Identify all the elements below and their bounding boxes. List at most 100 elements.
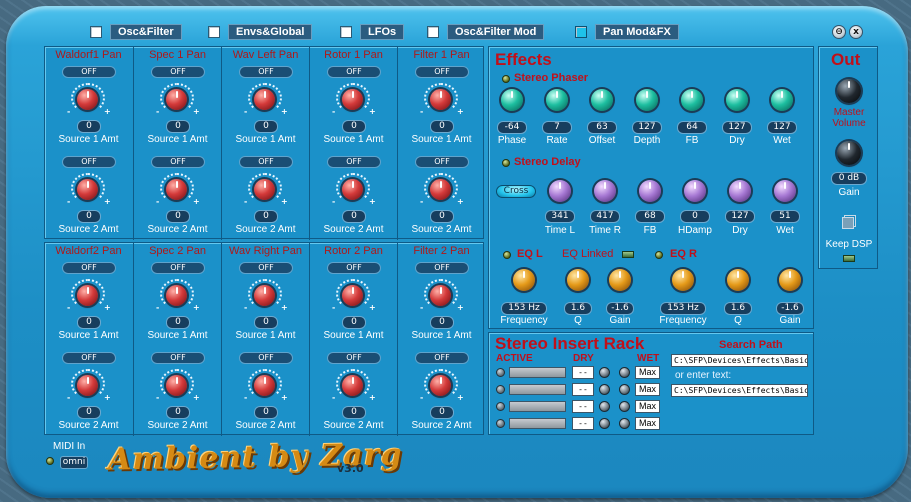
gain-knob[interactable]: [837, 141, 861, 165]
rack-wet-knob[interactable]: [619, 367, 630, 378]
tab-pan-mod-fx[interactable]: Pan Mod&FX: [575, 22, 679, 42]
rack-active-toggle[interactable]: [496, 385, 505, 394]
source-2-off-button[interactable]: OFF: [415, 156, 469, 168]
rack-wet-knob[interactable]: [619, 401, 630, 412]
source-1-amount-value[interactable]: 0: [77, 316, 101, 329]
tab-checkbox[interactable]: [427, 26, 439, 38]
phaser-value[interactable]: 127: [767, 121, 797, 134]
source-1-amount-value[interactable]: 0: [254, 316, 278, 329]
delay-knob[interactable]: [729, 180, 751, 202]
source-1-off-button[interactable]: OFF: [151, 262, 205, 274]
delay-value[interactable]: 51: [770, 210, 800, 223]
delay-value[interactable]: 341: [545, 210, 575, 223]
source-1-off-button[interactable]: OFF: [239, 66, 293, 78]
source-2-amount-value[interactable]: 0: [342, 210, 366, 223]
search-path-input[interactable]: C:\SFP\Devices\Effects\Basic\: [671, 384, 808, 397]
source-2-off-button[interactable]: OFF: [327, 156, 381, 168]
source-1-amount-knob[interactable]: [254, 89, 275, 110]
rack-dry-knob[interactable]: [599, 384, 610, 395]
source-2-off-button[interactable]: OFF: [62, 352, 116, 364]
source-1-off-button[interactable]: OFF: [327, 262, 381, 274]
tab-lfos[interactable]: LFOs: [340, 22, 405, 42]
search-path-select[interactable]: C:\SFP\Devices\Effects\Basic\: [671, 354, 808, 367]
tab-checkbox[interactable]: [90, 26, 102, 38]
source-1-amount-value[interactable]: 0: [342, 316, 366, 329]
source-2-amount-value[interactable]: 0: [430, 406, 454, 419]
source-2-off-button[interactable]: OFF: [327, 352, 381, 364]
source-2-off-button[interactable]: OFF: [415, 352, 469, 364]
source-2-amount-knob[interactable]: [342, 179, 363, 200]
source-1-off-button[interactable]: OFF: [327, 66, 381, 78]
tab-checkbox[interactable]: [208, 26, 220, 38]
rack-dry-knob[interactable]: [599, 367, 610, 378]
source-2-amount-knob[interactable]: [77, 179, 98, 200]
rack-slot-select[interactable]: [509, 367, 566, 378]
rack-wet-knob[interactable]: [619, 384, 630, 395]
midi-channel-select[interactable]: omni: [60, 456, 88, 469]
source-2-off-button[interactable]: OFF: [151, 352, 205, 364]
source-1-off-button[interactable]: OFF: [415, 262, 469, 274]
rack-dry-value[interactable]: --: [572, 400, 594, 413]
source-2-off-button[interactable]: OFF: [62, 156, 116, 168]
eq-right-knob[interactable]: [672, 269, 694, 291]
rack-dry-value[interactable]: --: [572, 366, 594, 379]
source-2-amount-knob[interactable]: [254, 375, 275, 396]
source-2-amount-value[interactable]: 0: [254, 210, 278, 223]
source-1-amount-knob[interactable]: [430, 89, 451, 110]
phaser-knob[interactable]: [771, 89, 793, 111]
delay-value[interactable]: 417: [590, 210, 620, 223]
source-2-amount-value[interactable]: 0: [342, 406, 366, 419]
source-1-amount-value[interactable]: 0: [166, 316, 190, 329]
eq-left-value[interactable]: 153 Hz: [501, 302, 547, 315]
source-1-amount-knob[interactable]: [77, 89, 98, 110]
close-button[interactable]: x: [849, 25, 863, 39]
source-1-off-button[interactable]: OFF: [151, 66, 205, 78]
cross-button[interactable]: Cross: [496, 185, 536, 198]
source-1-off-button[interactable]: OFF: [239, 262, 293, 274]
source-2-amount-knob[interactable]: [342, 375, 363, 396]
source-1-amount-knob[interactable]: [166, 285, 187, 306]
source-1-amount-knob[interactable]: [77, 285, 98, 306]
rack-wet-value[interactable]: Max: [635, 400, 660, 413]
source-1-amount-value[interactable]: 0: [254, 120, 278, 133]
source-1-amount-value[interactable]: 0: [77, 120, 101, 133]
rack-wet-knob[interactable]: [619, 418, 630, 429]
source-1-off-button[interactable]: OFF: [415, 66, 469, 78]
phaser-knob[interactable]: [546, 89, 568, 111]
source-2-amount-knob[interactable]: [254, 179, 275, 200]
rack-slot-select[interactable]: [509, 384, 566, 395]
minimize-button[interactable]: ⊖: [832, 25, 846, 39]
eq-left-value[interactable]: -1.6: [606, 302, 634, 315]
delay-knob[interactable]: [774, 180, 796, 202]
phaser-value[interactable]: 63: [587, 121, 617, 134]
source-1-amount-knob[interactable]: [430, 285, 451, 306]
delay-knob[interactable]: [639, 180, 661, 202]
eq-right-value[interactable]: 153 Hz: [660, 302, 706, 315]
delay-knob[interactable]: [549, 180, 571, 202]
eq-left-knob[interactable]: [513, 269, 535, 291]
delay-value[interactable]: 68: [635, 210, 665, 223]
rack-dry-knob[interactable]: [599, 418, 610, 429]
delay-value[interactable]: 127: [725, 210, 755, 223]
eq-left-knob[interactable]: [567, 269, 589, 291]
source-2-off-button[interactable]: OFF: [151, 156, 205, 168]
eq-linked-toggle[interactable]: [622, 251, 634, 258]
phaser-value[interactable]: 7: [542, 121, 572, 134]
tab-checkbox[interactable]: [340, 26, 352, 38]
source-2-amount-knob[interactable]: [430, 375, 451, 396]
source-1-off-button[interactable]: OFF: [62, 66, 116, 78]
source-2-off-button[interactable]: OFF: [239, 156, 293, 168]
phaser-knob[interactable]: [591, 89, 613, 111]
phaser-value[interactable]: 127: [632, 121, 662, 134]
eq-left-led[interactable]: [503, 251, 511, 259]
phaser-knob[interactable]: [681, 89, 703, 111]
source-2-amount-knob[interactable]: [166, 375, 187, 396]
source-1-amount-value[interactable]: 0: [342, 120, 366, 133]
source-2-amount-value[interactable]: 0: [166, 210, 190, 223]
rack-wet-value[interactable]: Max: [635, 417, 660, 430]
master-volume-knob[interactable]: [837, 79, 861, 103]
rack-wet-value[interactable]: Max: [635, 366, 660, 379]
tab-osc-filter[interactable]: Osc&Filter: [90, 22, 182, 42]
copy-icon[interactable]: [842, 217, 854, 229]
phaser-value[interactable]: 127: [722, 121, 752, 134]
